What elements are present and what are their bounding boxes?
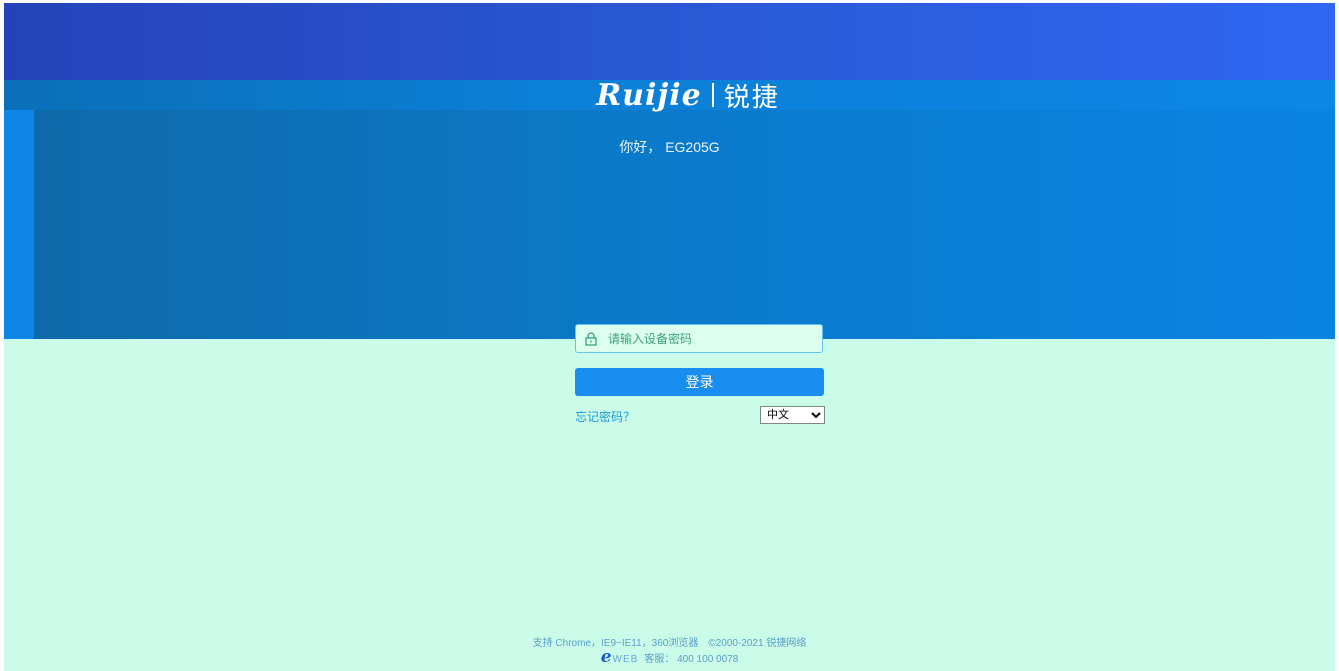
language-select[interactable]: 中文 bbox=[760, 406, 825, 424]
support-hotline: 客服： 400 100 0078 bbox=[644, 653, 739, 665]
device-greeting: 你好， EG205G bbox=[619, 139, 720, 155]
login-button[interactable]: 登录 bbox=[575, 368, 824, 396]
brand-logo: Ruijie 锐捷 bbox=[533, 77, 843, 113]
logo-divider bbox=[711, 83, 714, 107]
footer-support: e WEB 客服： 400 100 0078 bbox=[0, 647, 1339, 667]
password-input[interactable] bbox=[606, 330, 822, 347]
eweb-logo-web: WEB bbox=[612, 654, 639, 665]
forgot-password-link[interactable]: 忘记密码？ bbox=[575, 408, 635, 425]
eweb-logo-e: e bbox=[600, 647, 612, 667]
eweb-logo: e WEB bbox=[601, 647, 639, 667]
password-field[interactable] bbox=[575, 324, 823, 353]
lock-icon bbox=[585, 331, 597, 346]
brand-logo-en: Ruijie bbox=[596, 77, 702, 113]
brand-logo-zh: 锐捷 bbox=[723, 82, 780, 113]
